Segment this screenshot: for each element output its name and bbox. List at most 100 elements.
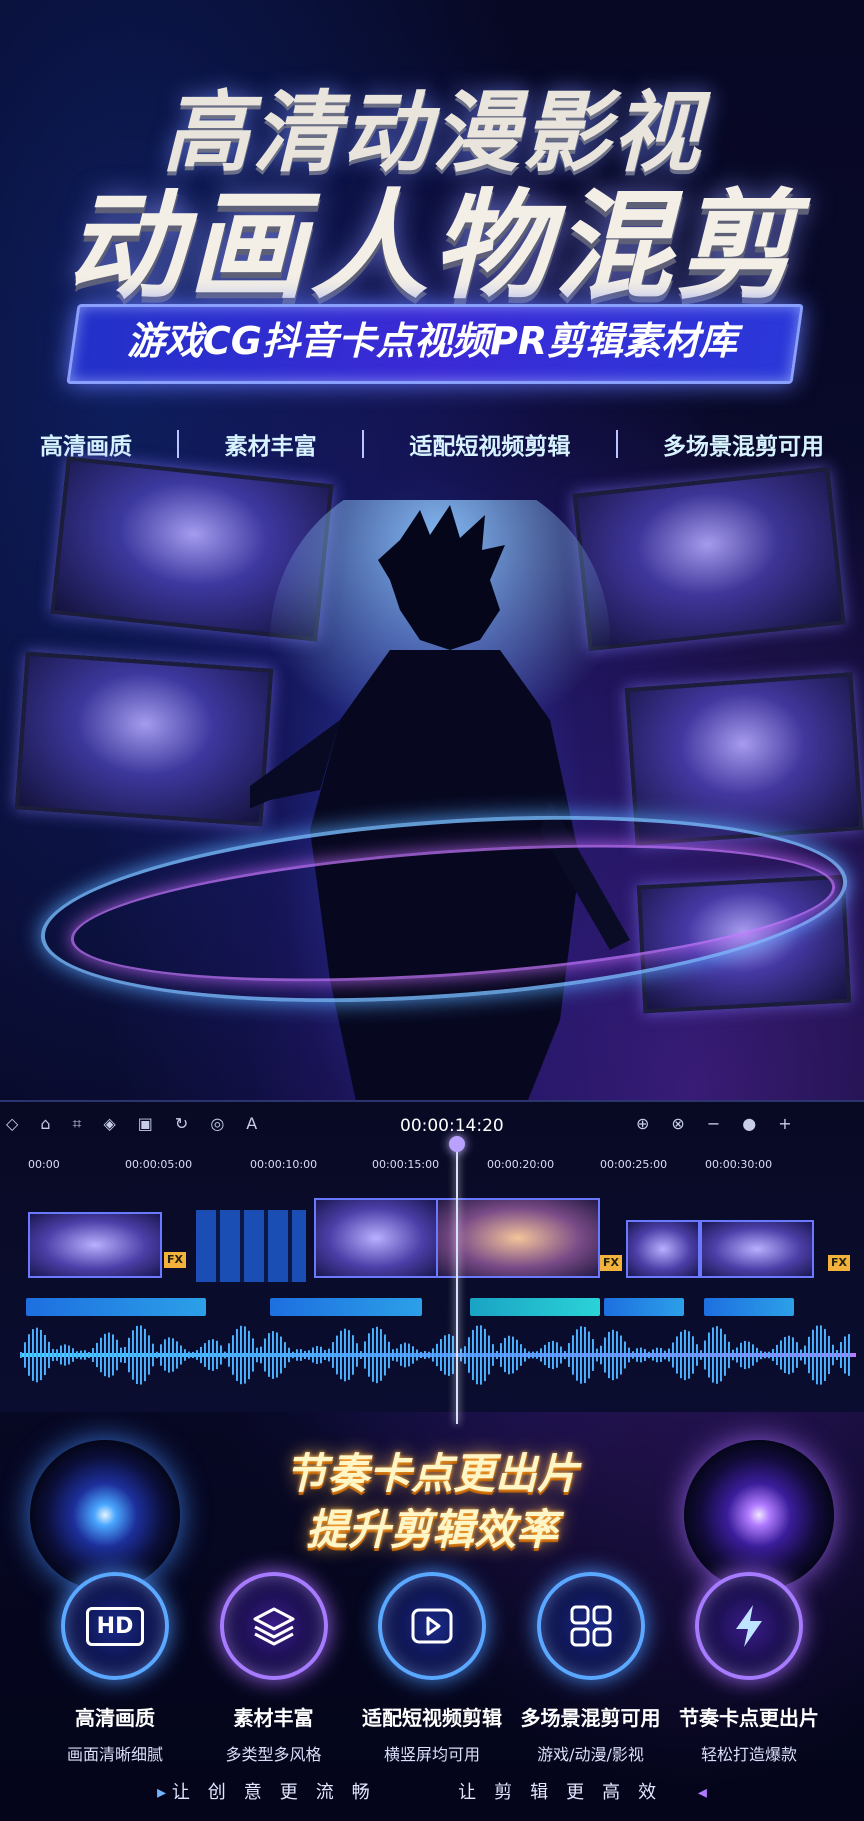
waveform-bar bbox=[172, 1338, 174, 1372]
waveform-bar bbox=[496, 1350, 498, 1360]
waveform-bar bbox=[108, 1332, 110, 1378]
keyframe-icon[interactable]: ◈ bbox=[103, 1114, 115, 1134]
waveform-bar bbox=[196, 1350, 198, 1360]
waveform-bar bbox=[740, 1342, 742, 1368]
waveform-bar bbox=[404, 1342, 406, 1368]
waveform-bar bbox=[356, 1343, 358, 1367]
waveform-bar bbox=[444, 1335, 446, 1375]
feature-card-rhythm: 节奏卡点更出片 轻松打造爆款 bbox=[674, 1572, 824, 1765]
waveform-bar bbox=[608, 1331, 610, 1379]
caption-track-bar[interactable] bbox=[26, 1298, 206, 1316]
waveform-bar bbox=[600, 1345, 602, 1365]
crop-icon[interactable]: ⌗ bbox=[72, 1114, 81, 1134]
playhead-handle[interactable] bbox=[449, 1136, 465, 1152]
waveform-bar bbox=[120, 1347, 122, 1363]
waveform-bar bbox=[212, 1339, 214, 1371]
waveform-bar bbox=[472, 1329, 474, 1381]
zoom-icon[interactable]: ⊕ bbox=[636, 1114, 649, 1133]
waveform-bar bbox=[192, 1351, 194, 1359]
ruler-label: 00:00:15:00 bbox=[372, 1158, 440, 1171]
minus-icon[interactable]: − bbox=[707, 1114, 720, 1133]
waveform-bar bbox=[32, 1329, 34, 1381]
waveform-bar bbox=[632, 1351, 634, 1359]
fx-badge[interactable]: FX bbox=[164, 1252, 186, 1268]
waveform-bar bbox=[708, 1332, 710, 1378]
feature-card-title: 节奏卡点更出片 bbox=[679, 1706, 819, 1730]
waveform-bar bbox=[624, 1341, 626, 1369]
waveform-bar bbox=[340, 1330, 342, 1380]
waveform-bar bbox=[256, 1347, 258, 1363]
waveform-bar bbox=[548, 1342, 550, 1368]
fx-badge[interactable]: FX bbox=[828, 1255, 850, 1271]
waveform-bar bbox=[800, 1349, 802, 1361]
transition-clips[interactable] bbox=[196, 1210, 306, 1282]
waveform-bar bbox=[68, 1345, 70, 1365]
waveform-bar bbox=[644, 1349, 646, 1361]
waveform-bar bbox=[436, 1343, 438, 1367]
waveform-bar bbox=[92, 1348, 94, 1362]
waveform-bar bbox=[140, 1325, 142, 1385]
ruler-label: 00:00:30:00 bbox=[705, 1158, 773, 1171]
waveform-bar bbox=[344, 1328, 346, 1382]
waveform-bar bbox=[736, 1347, 738, 1363]
waveform-bar bbox=[232, 1335, 234, 1375]
video-clip[interactable] bbox=[28, 1212, 162, 1278]
waveform-bar bbox=[772, 1349, 774, 1361]
video-clip[interactable] bbox=[314, 1198, 438, 1278]
waveform-bar bbox=[528, 1351, 530, 1359]
waveform-bar bbox=[684, 1329, 686, 1381]
feature-item: 素材丰富 bbox=[224, 434, 317, 460]
target-icon[interactable]: ◎ bbox=[210, 1114, 224, 1134]
waveform-bar bbox=[700, 1350, 702, 1360]
waveform-bar bbox=[452, 1335, 454, 1375]
feature-divider bbox=[177, 430, 180, 458]
waveform-bar bbox=[812, 1329, 814, 1381]
waveform-bar bbox=[432, 1348, 434, 1362]
waveform-bar bbox=[640, 1347, 642, 1363]
waveform-bar bbox=[388, 1341, 390, 1369]
grid-icon-circle bbox=[536, 1572, 645, 1680]
caption-track-bar[interactable] bbox=[604, 1298, 684, 1316]
playhead[interactable] bbox=[456, 1140, 458, 1424]
waveform-bar bbox=[584, 1326, 586, 1384]
waveform-bar bbox=[396, 1348, 398, 1362]
video-clip[interactable] bbox=[436, 1198, 600, 1278]
plus-icon[interactable]: + bbox=[778, 1114, 791, 1133]
fx-badge[interactable]: FX bbox=[600, 1255, 622, 1271]
waveform-bar bbox=[732, 1349, 734, 1361]
play-icon bbox=[411, 1608, 453, 1644]
footer-arrow-icon: ◂ bbox=[697, 1782, 707, 1803]
zoom-slider-icon[interactable]: ● bbox=[742, 1114, 756, 1133]
caption-track-bar[interactable] bbox=[470, 1298, 600, 1316]
waveform-bar bbox=[412, 1346, 414, 1364]
waveform-bar bbox=[556, 1342, 558, 1368]
waveform-bar bbox=[760, 1350, 762, 1360]
waveform-bar bbox=[636, 1348, 638, 1362]
waveform-bar bbox=[136, 1325, 138, 1385]
video-clip[interactable] bbox=[700, 1220, 814, 1278]
waveform-bar bbox=[168, 1337, 170, 1373]
waveform-bar bbox=[804, 1345, 806, 1365]
video-clip[interactable] bbox=[626, 1220, 700, 1278]
camera-icon[interactable]: ▣ bbox=[138, 1114, 153, 1134]
waveform-bar bbox=[552, 1340, 554, 1370]
waveform-bar bbox=[692, 1336, 694, 1374]
text-tool-icon[interactable]: A bbox=[246, 1114, 257, 1134]
waveform-bar bbox=[832, 1344, 834, 1366]
waveform-bar bbox=[828, 1335, 830, 1375]
waveform-bar bbox=[132, 1330, 134, 1380]
loop-icon[interactable]: ↻ bbox=[175, 1114, 188, 1134]
waveform-bar bbox=[672, 1342, 674, 1368]
slogan-line-1: 节奏卡点更出片 bbox=[284, 1449, 579, 1498]
waveform-bar bbox=[844, 1336, 846, 1374]
magnet-icon[interactable]: ⊗ bbox=[671, 1114, 684, 1133]
waveform-bar bbox=[516, 1339, 518, 1371]
waveform-bar bbox=[264, 1338, 266, 1372]
home-icon[interactable]: ⌂ bbox=[40, 1114, 50, 1134]
waveform-bar bbox=[696, 1344, 698, 1366]
caption-track-bar[interactable] bbox=[704, 1298, 794, 1316]
caption-track-bar[interactable] bbox=[270, 1298, 422, 1316]
select-tool-icon[interactable]: ◇ bbox=[6, 1114, 18, 1134]
audio-waveform[interactable] bbox=[20, 1322, 856, 1388]
waveform-bar bbox=[768, 1351, 770, 1359]
